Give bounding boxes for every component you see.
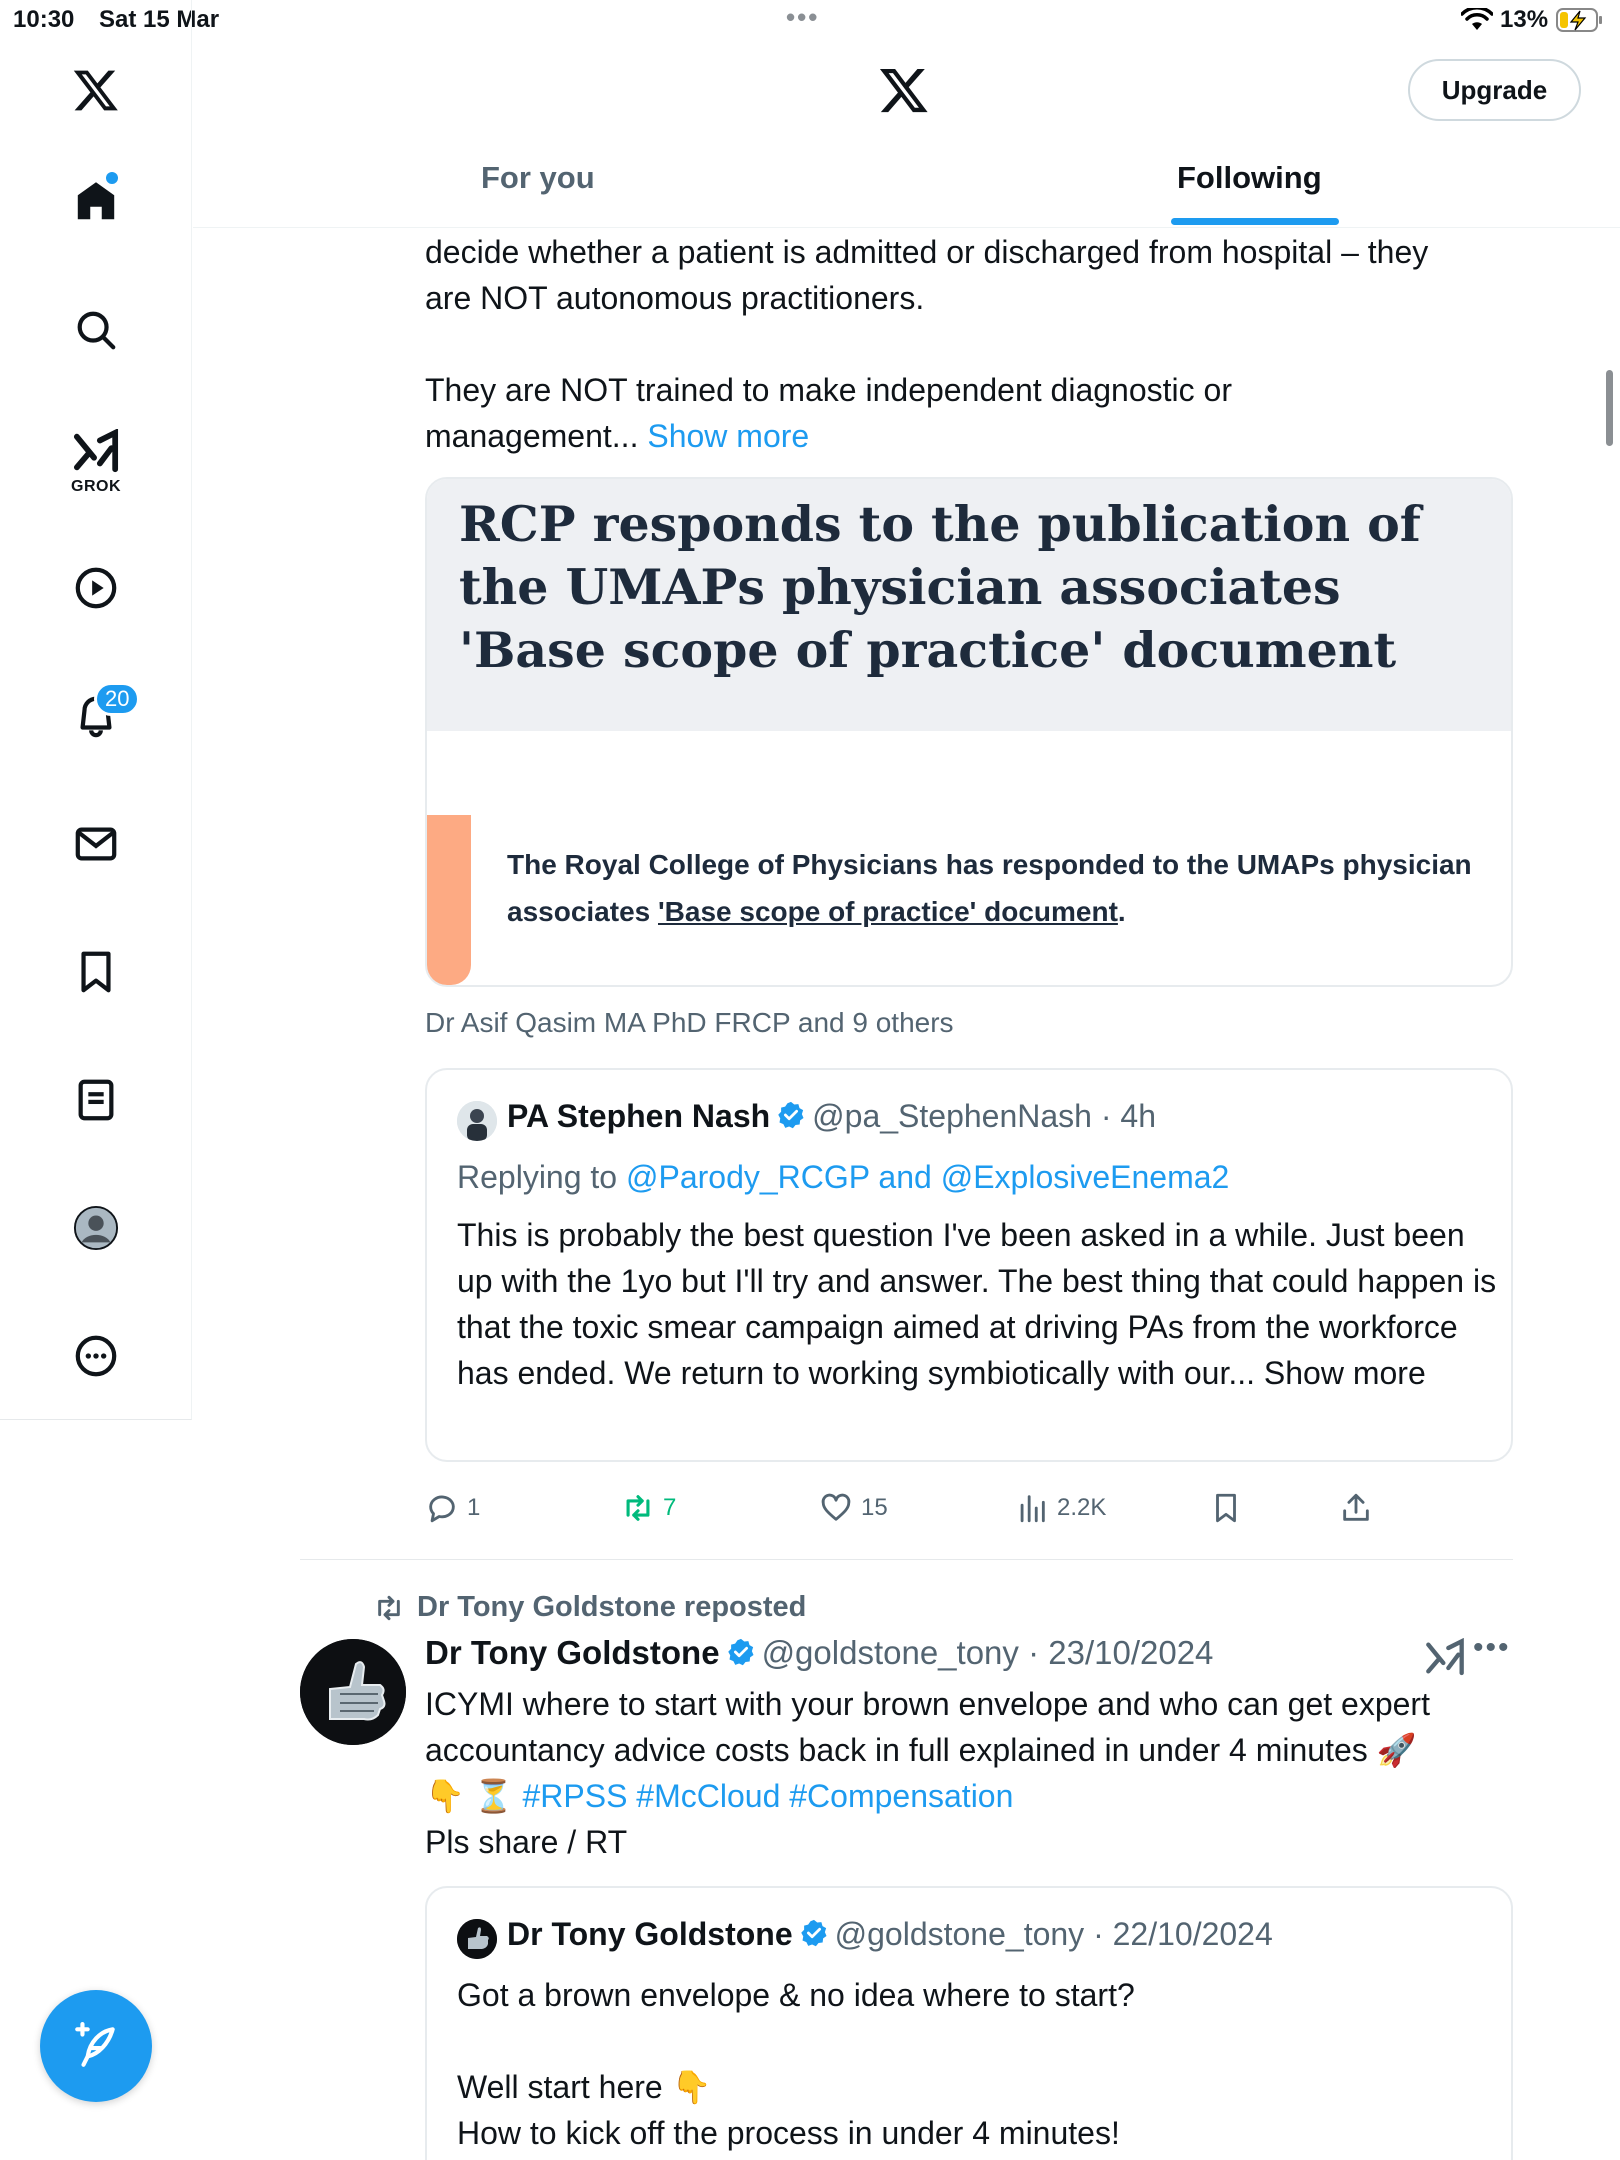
avatar[interactable] <box>300 1639 406 1745</box>
tweet-header: Dr Tony Goldstone @goldstone_tony · 23/10… <box>425 1634 1213 1675</box>
messages-envelope-icon[interactable] <box>56 804 136 884</box>
avatar <box>457 1919 497 1959</box>
status-bar: 10:30 Sat 15 Mar ••• 13% <box>0 0 1620 40</box>
bookmark-icon <box>1216 1493 1236 1523</box>
repost-count: 7 <box>663 1494 677 1521</box>
wifi-icon <box>1460 6 1494 39</box>
compose-feather-icon <box>75 2022 115 2067</box>
show-more-link[interactable]: Show more <box>647 418 809 454</box>
battery-charging-icon <box>1556 8 1604 39</box>
video-play-icon[interactable] <box>56 548 136 628</box>
notifications-bell-icon[interactable]: 20 <box>56 676 141 756</box>
views-chart-icon <box>1020 1495 1045 1523</box>
home-unread-dot <box>106 172 118 184</box>
tweet-actions: 1 7 15 2.2K <box>425 1491 1513 1541</box>
repost-context[interactable]: Dr Tony Goldstone reposted <box>373 1591 806 1624</box>
handle-and-time: @goldstone_tony · 22/10/2024 <box>834 1916 1273 1952</box>
replying-to-handles[interactable]: @Parody_RCGP and @ExplosiveEnema2 <box>626 1159 1229 1195</box>
active-tab-indicator <box>1171 218 1339 225</box>
share-button[interactable] <box>1339 1491 1373 1525</box>
reply-count: 1 <box>467 1494 481 1521</box>
quoted-tweet-text: Got a brown envelope & no idea where to … <box>457 1977 1135 2151</box>
avatar <box>457 1101 497 1141</box>
card-description: The Royal College of Physicians has resp… <box>507 849 1472 927</box>
hashtags[interactable]: #RPSS #McCloud #Compensation <box>522 1778 1013 1814</box>
grok-label: GROK <box>71 478 121 495</box>
timeline-header: Upgrade For you Following <box>193 40 1620 228</box>
quoted-tweet[interactable]: Dr Tony Goldstone @goldstone_tony · 22/10… <box>425 1886 1513 2160</box>
heart-icon <box>821 1493 851 1521</box>
tab-following[interactable]: Following <box>1177 160 1322 196</box>
quote-header: Dr Tony Goldstone @goldstone_tony · 22/10… <box>507 1916 1273 1956</box>
profile-avatar[interactable] <box>56 1188 136 1268</box>
handle-and-time: @pa_StephenNash · 4h <box>812 1098 1156 1134</box>
tweet-text: ICYMI where to start with your brown env… <box>425 1686 1430 1860</box>
handle-and-time: @goldstone_tony · 23/10/2024 <box>761 1634 1214 1671</box>
tweet-text: decide whether a patient is admitted or … <box>425 234 1429 454</box>
author-name: Dr Tony Goldstone <box>507 1916 793 1952</box>
lists-icon[interactable] <box>56 1060 136 1140</box>
tab-for-you[interactable]: For you <box>481 160 595 196</box>
home-icon[interactable] <box>56 162 136 242</box>
tweet-divider <box>300 1559 1513 1560</box>
card-accent-shape <box>427 815 471 985</box>
link-preview-card[interactable]: RCP responds to the publication of the U… <box>425 477 1513 987</box>
verified-badge-icon <box>726 1637 756 1675</box>
repost-icon <box>626 1495 650 1521</box>
quoted-tweet-text: This is probably the best question I've … <box>457 1217 1497 1391</box>
grok-icon[interactable] <box>1425 1637 1465 1683</box>
views-count: 2.2K <box>1057 1494 1107 1521</box>
upgrade-button[interactable]: Upgrade <box>1408 59 1581 121</box>
verified-badge-icon <box>776 1100 806 1138</box>
x-logo-icon[interactable] <box>56 50 136 130</box>
quoted-tweet[interactable]: PA Stephen Nash @pa_StephenNash · 4h Repl… <box>425 1068 1513 1462</box>
more-options-icon[interactable]: ••• <box>1473 1631 1511 1665</box>
share-icon <box>1343 1493 1369 1521</box>
verified-badge-icon <box>799 1918 829 1956</box>
reply-icon <box>429 1495 455 1523</box>
replying-to: Replying to @Parody_RCGP and @ExplosiveE… <box>457 1159 1230 1195</box>
card-header: RCP responds to the publication of the U… <box>427 479 1511 731</box>
sidebar: GROK 20 <box>0 0 192 1420</box>
repost-button[interactable]: 7 <box>621 1491 676 1525</box>
battery-percent: 13% <box>1500 6 1549 33</box>
compose-post-button[interactable] <box>40 1990 152 2102</box>
search-icon[interactable] <box>56 290 136 370</box>
quote-header: PA Stephen Nash @pa_StephenNash · 4h <box>507 1098 1156 1138</box>
x-logo-icon[interactable] <box>878 64 930 121</box>
more-options-icon[interactable] <box>56 1316 136 1396</box>
social-context[interactable]: Dr Asif Qasim MA PhD FRCP and 9 others <box>425 1007 954 1039</box>
multitasking-dots-icon[interactable]: ••• <box>786 2 819 33</box>
scrollbar[interactable] <box>1606 370 1613 446</box>
card-title: RCP responds to the publication of the U… <box>459 495 1421 679</box>
reply-button[interactable]: 1 <box>425 1491 480 1525</box>
notifications-badge: 20 <box>94 682 141 716</box>
bookmark-button[interactable] <box>1209 1491 1243 1525</box>
like-count: 15 <box>861 1494 888 1521</box>
author-name[interactable]: Dr Tony Goldstone <box>425 1634 720 1671</box>
views-button[interactable]: 2.2K <box>1015 1491 1106 1525</box>
repost-icon <box>378 1595 400 1620</box>
author-name: PA Stephen Nash <box>507 1098 771 1134</box>
bookmarks-icon[interactable] <box>56 932 136 1012</box>
like-button[interactable]: 15 <box>819 1491 888 1525</box>
